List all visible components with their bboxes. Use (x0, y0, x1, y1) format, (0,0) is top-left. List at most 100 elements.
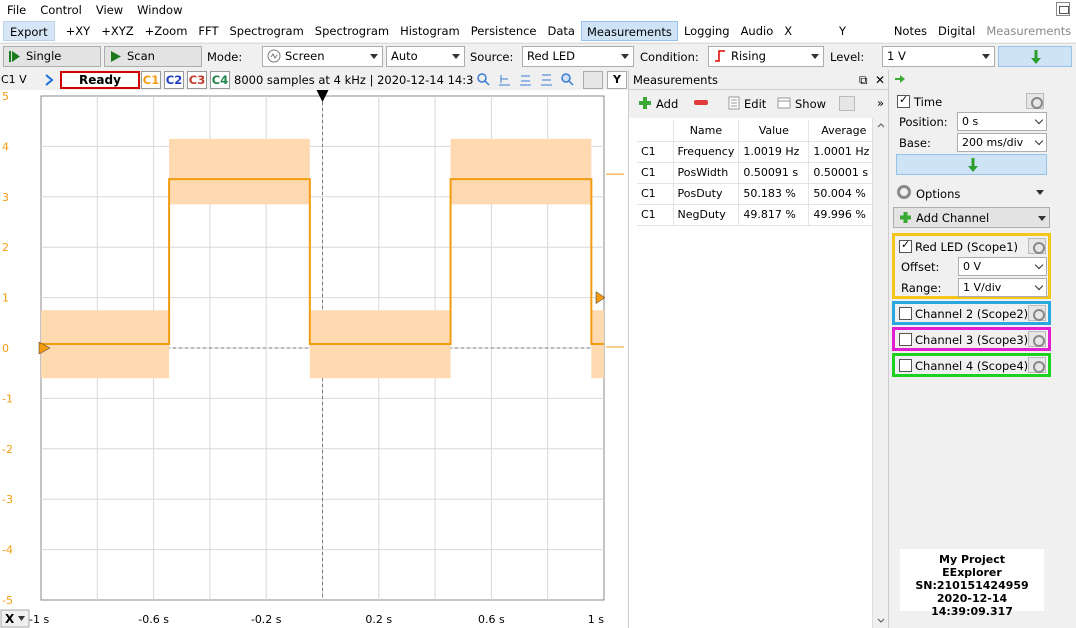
tab-notes[interactable]: Notes (889, 21, 932, 41)
base-select[interactable]: 200 ms/div (957, 133, 1047, 152)
channel1-gear-icon[interactable] (1028, 238, 1046, 254)
gear-icon[interactable] (583, 71, 603, 89)
table-cell: 0.50001 s (808, 162, 880, 184)
offset-select[interactable]: 0 V (958, 257, 1047, 276)
scroll-down-icon[interactable] (877, 618, 885, 624)
tab-histogram[interactable]: Histogram (395, 21, 465, 41)
auto-select[interactable]: Auto (386, 46, 465, 67)
y-axis-channel-label: C1 V (1, 73, 27, 86)
time-checkbox[interactable] (897, 93, 910, 108)
apply-time-button[interactable] (896, 154, 1047, 175)
tab-digital[interactable]: Digital (933, 21, 980, 41)
mode-select[interactable]: Screen (262, 46, 383, 67)
magnifier-icon[interactable] (561, 73, 574, 86)
chevron-right-icon[interactable] (44, 74, 54, 86)
zoom-y-icon[interactable] (519, 73, 532, 86)
table-row[interactable]: C1 Frequency 1.0019 Hz 1.0001 Hz (637, 141, 880, 163)
menu-control[interactable]: Control (33, 0, 89, 20)
undock-icon[interactable]: ⧉ (859, 70, 868, 90)
tab-measurements[interactable]: Measurements (981, 21, 1076, 41)
menu-view[interactable]: View (89, 0, 130, 20)
table-cell: Frequency (673, 141, 740, 163)
x-axis-label: X (5, 612, 15, 626)
tab-data[interactable]: Data (543, 21, 580, 41)
tab-audio[interactable]: Audio (736, 21, 779, 41)
channel3-checkbox[interactable] (899, 333, 912, 346)
table-row[interactable]: C1 PosDuty 50.183 % 50.004 % (637, 183, 880, 205)
oscilloscope-plot[interactable]: 5 4 3 2 1 0 -1 -2 -3 -4 -5 -1 s -0.6 s -0.2 s 0.2 s 0.6… (0, 90, 628, 628)
channel1-checkbox[interactable] (899, 238, 912, 253)
show-icon (777, 97, 791, 109)
table-row[interactable]: C1 PosWidth 0.50091 s 0.50001 s (637, 162, 880, 184)
status-badge: Ready (60, 71, 140, 89)
table-cell: PosDuty (673, 183, 740, 205)
options-dropdown-icon[interactable] (1036, 190, 1044, 195)
range-select[interactable]: 1 V/div (958, 278, 1047, 297)
tab-fft[interactable]: FFT (193, 21, 223, 41)
tab-zoom[interactable]: +Zoom (140, 21, 193, 41)
show-button[interactable]: Show (795, 97, 826, 111)
condition-select[interactable]: Rising (708, 46, 824, 67)
table-row[interactable]: C1 NegDuty 49.817 % 49.996 % (637, 204, 880, 226)
y-axis-button[interactable]: Y (607, 71, 627, 89)
level-label: Level: (830, 50, 865, 64)
channel2-checkbox[interactable] (899, 307, 912, 320)
channel4-label: Channel 4 (Scope4) (915, 359, 1029, 373)
tab-logging[interactable]: Logging (679, 21, 735, 41)
channel-toggle-c2[interactable]: C2 (164, 71, 184, 89)
menu-window[interactable]: Window (130, 0, 189, 20)
channel3-label: Channel 3 (Scope3) (915, 333, 1029, 347)
tab-measurements[interactable]: Measurements (580, 21, 678, 41)
scroll-up-icon[interactable] (877, 122, 885, 128)
arrow-right-icon[interactable] (894, 74, 906, 84)
overflow-chevron-icon[interactable]: » (877, 96, 884, 110)
plot-canvas[interactable]: 5 4 3 2 1 0 -1 -2 -3 -4 -5 -1 s -0.6 s -0.2 s 0.2 s 0.6… (0, 90, 628, 628)
tab-export[interactable]: Export (3, 21, 55, 41)
options-label[interactable]: Options (916, 187, 960, 201)
tab-spectrogram-3d[interactable]: Spectrogram 3D (310, 21, 394, 58)
position-select[interactable]: 0 s (957, 112, 1047, 131)
zoom-in-icon[interactable] (477, 73, 490, 86)
time-settings-gear-icon[interactable] (1026, 93, 1044, 109)
tab-xy[interactable]: +XY (61, 21, 96, 41)
add-icon[interactable] (638, 96, 652, 110)
channel-toggle-c3[interactable]: C3 (187, 71, 207, 89)
single-button[interactable]: Single (3, 46, 101, 67)
close-icon[interactable]: ✕ (875, 70, 885, 90)
x-tick-label: 0.2 s (365, 613, 392, 626)
restore-window-icon[interactable] (1056, 2, 1070, 16)
tab-spectrogram[interactable]: Spectrogram (224, 21, 308, 41)
zoom-xy-icon[interactable] (540, 73, 553, 86)
edit-button[interactable]: Edit (744, 97, 766, 111)
remove-icon[interactable] (693, 99, 709, 107)
source-select[interactable]: Red LED (522, 46, 634, 67)
project-name: My Project (939, 553, 1005, 566)
y-tick-label: -4 (2, 544, 13, 557)
y-tick-label: 0 (2, 342, 9, 355)
tab-xyz-3d[interactable]: +XYZ 3D (96, 21, 138, 58)
channel2-gear-icon[interactable] (1028, 305, 1046, 321)
y-tick-label: 3 (2, 191, 9, 204)
tab-x-cursors[interactable]: X Cursors (779, 21, 833, 58)
menu-file[interactable]: File (0, 0, 33, 20)
add-channel-button[interactable]: Add Channel (893, 207, 1050, 228)
tab-persistence[interactable]: Persistence (466, 21, 542, 41)
tab-y-cursors[interactable]: Y Cursors (834, 21, 888, 58)
table-cell: 0.50091 s (738, 162, 810, 184)
vertical-scrollbar[interactable] (872, 118, 888, 628)
zoom-x-icon[interactable] (498, 73, 511, 86)
scan-button[interactable]: Scan (104, 46, 202, 67)
settings-gear-icon[interactable] (839, 96, 855, 111)
scope-header: C1 V Ready C1 C2 C3 C4 8000 samples at 4… (0, 70, 628, 90)
scan-label[interactable]: Scan (127, 49, 155, 63)
serial-number: SN:210151424959 (915, 579, 1029, 592)
channel-toggle-c1[interactable]: C1 (141, 71, 161, 89)
channel-toggle-c4[interactable]: C4 (210, 71, 230, 89)
level-select[interactable]: 1 V (882, 46, 995, 67)
apply-trigger-button[interactable] (998, 46, 1072, 67)
channel3-gear-icon[interactable] (1028, 331, 1046, 347)
table-cell: C1 (637, 183, 674, 205)
channel4-gear-icon[interactable] (1028, 357, 1046, 373)
channel4-checkbox[interactable] (899, 359, 912, 372)
add-button[interactable]: Add (656, 97, 678, 111)
